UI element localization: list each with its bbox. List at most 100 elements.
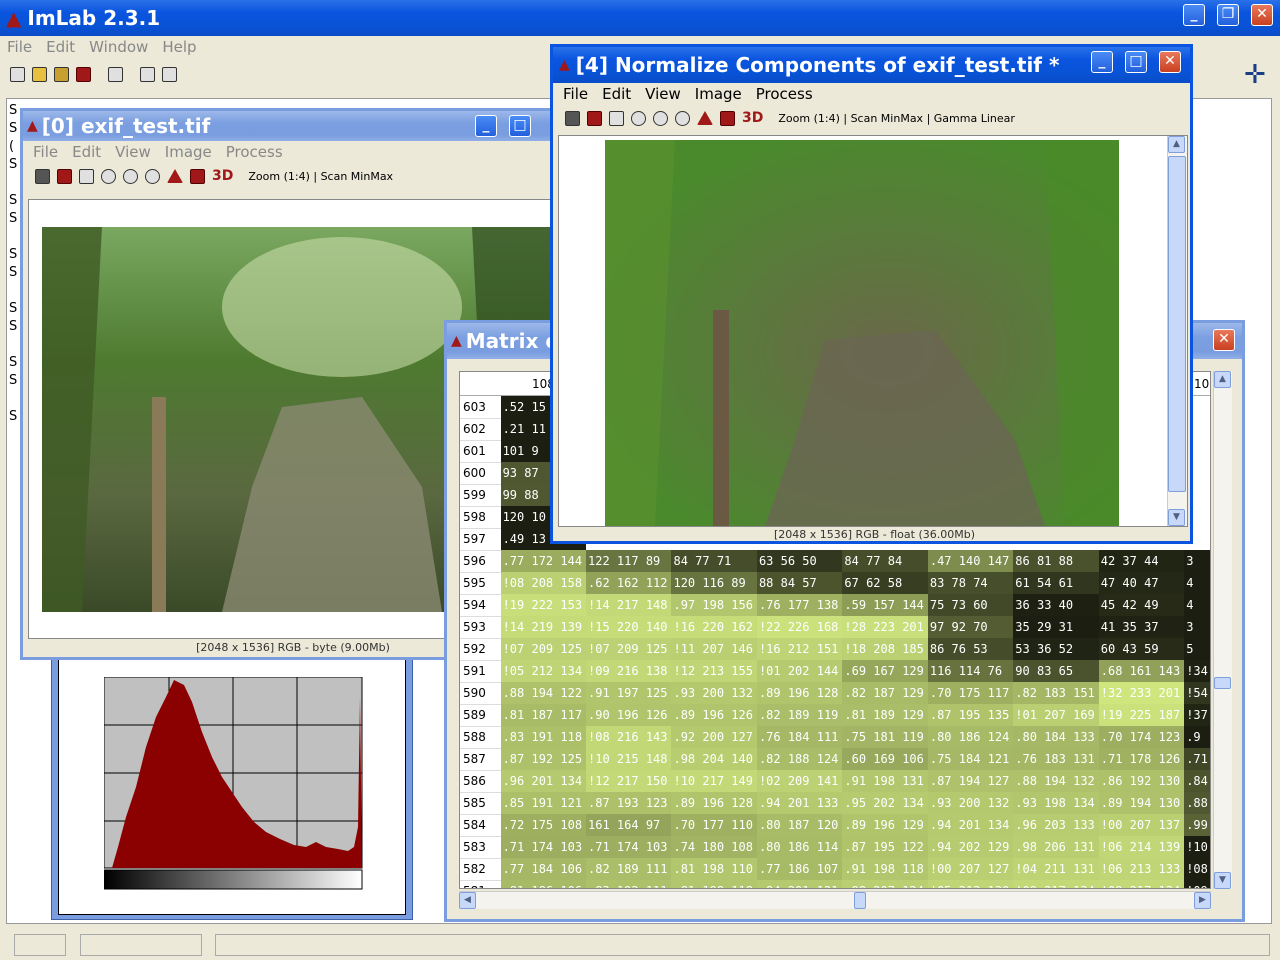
tile-icon[interactable]	[162, 66, 177, 82]
matrix-cell[interactable]: !15 220 140	[586, 616, 672, 638]
matrix-cell[interactable]: !06 213 133	[1098, 858, 1185, 880]
exif-maximize-button[interactable]: □	[509, 115, 531, 137]
matrix-cell[interactable]: !19 222 153	[500, 594, 587, 616]
matrix-cell[interactable]: .98 207 124	[842, 880, 928, 888]
scroll-right-button[interactable]: ▶	[1194, 892, 1211, 909]
close-button[interactable]: ✕	[1251, 4, 1273, 26]
matrix-cell[interactable]: .98 204 140	[671, 748, 757, 770]
matrix-cell[interactable]: .83 192 111	[586, 880, 672, 888]
matrix-cell[interactable]: .88	[1184, 792, 1210, 814]
save-as-icon[interactable]	[57, 168, 72, 184]
menu-edit[interactable]: Edit	[39, 38, 82, 56]
matrix-cell[interactable]: .60 169 106	[842, 748, 928, 770]
matrix-cell[interactable]: .88 194 122	[500, 682, 587, 704]
matrix-cell[interactable]: .95 202 134	[842, 792, 928, 814]
matrix-cell[interactable]: !12 217 150	[586, 770, 672, 792]
matrix-cell[interactable]: .92 200 127	[671, 726, 757, 748]
matrix-cell[interactable]: !02 209 141	[756, 770, 843, 792]
matrix-cell[interactable]: !09	[1184, 880, 1210, 888]
menu-window[interactable]: Window	[82, 38, 155, 56]
norm-menu-file[interactable]: File	[556, 85, 595, 103]
norm-copy-icon[interactable]	[609, 110, 624, 126]
matrix-cell[interactable]: 4	[1184, 572, 1210, 594]
matrix-cell[interactable]: !28 223 201	[842, 616, 928, 638]
norm-zoom-out-icon[interactable]	[675, 110, 690, 126]
norm-save-as-icon[interactable]	[587, 110, 602, 126]
matrix-cell[interactable]: .94 201 121	[756, 880, 843, 888]
crosshair-icon[interactable]: ✛	[1244, 62, 1266, 88]
norm-scroll-thumb[interactable]	[1168, 156, 1186, 492]
matrix-cell[interactable]: 35 29 31	[1013, 616, 1099, 638]
matrix-cell[interactable]: 120 116 89	[671, 572, 757, 594]
matrix-cell[interactable]: 42 37 44	[1098, 550, 1185, 572]
matrix-cell[interactable]: 83 78 74	[927, 572, 1014, 594]
matrix-cell[interactable]: .81 198 110	[671, 858, 757, 880]
matrix-cell[interactable]: 84 77 71	[671, 550, 757, 572]
matrix-cell[interactable]: .88 194 132	[1013, 770, 1099, 792]
matrix-cell[interactable]: .68 161 143	[1098, 660, 1185, 682]
matrix-cell[interactable]: .89 196 126	[671, 704, 757, 726]
matrix-cell[interactable]: .9	[1184, 726, 1210, 748]
matrix-cell[interactable]: !08	[1184, 858, 1210, 880]
matrix-cell[interactable]: .87 194 127	[927, 770, 1014, 792]
exif-menu-file[interactable]: File	[26, 143, 65, 161]
scroll-left-button[interactable]: ◀	[459, 892, 476, 909]
matrix-cell[interactable]: 36 33 40	[1013, 594, 1099, 616]
matrix-cell[interactable]: .93 200 132	[927, 792, 1014, 814]
matrix-cell[interactable]: .82 187 129	[842, 682, 928, 704]
matrix-cell[interactable]: .81 198 118	[671, 880, 757, 888]
matrix-cell[interactable]: .80 186 114	[756, 836, 843, 858]
matrix-cell[interactable]: .47 140 147	[927, 550, 1014, 572]
matrix-cell[interactable]: .93 198 134	[1013, 792, 1099, 814]
norm-3d-icon[interactable]: 3D	[742, 110, 763, 126]
exif-menu-edit[interactable]: Edit	[65, 143, 108, 161]
matrix-cell[interactable]: .97 198 156	[671, 594, 757, 616]
exif-minimize-button[interactable]: _	[475, 115, 497, 137]
matrix-cell[interactable]: .94 201 134	[927, 814, 1014, 836]
matrix-vscroll[interactable]: ▲ ▼	[1213, 371, 1232, 889]
matrix-cell[interactable]: .94 201 133	[756, 792, 843, 814]
matrix-cell[interactable]: .85 191 121	[500, 792, 587, 814]
matrix-cell[interactable]: .71 178 126	[1098, 748, 1185, 770]
matrix-cell[interactable]: !04 211 131	[1013, 858, 1099, 880]
norm-matrix-icon[interactable]	[720, 110, 735, 126]
norm-menu-image[interactable]: Image	[688, 85, 749, 103]
matrix-cell[interactable]: !08 208 158	[500, 572, 587, 594]
matrix-cell[interactable]: .74 180 108	[671, 836, 757, 858]
cascade-icon[interactable]	[140, 66, 155, 82]
open-icon[interactable]	[32, 66, 47, 82]
matrix-cell[interactable]: !10 215 148	[586, 748, 672, 770]
matrix-cell[interactable]: .69 167 129	[842, 660, 928, 682]
matrix-cell[interactable]: .91 197 125	[586, 682, 672, 704]
matrix-cell[interactable]: .75 184 121	[927, 748, 1014, 770]
scroll-thumb[interactable]	[1214, 677, 1231, 689]
matrix-cell[interactable]: .72 175 108	[500, 814, 587, 836]
matrix-cell[interactable]: .77 172 144	[500, 550, 587, 572]
matrix-cell[interactable]: !10	[1184, 836, 1210, 858]
matrix-cell[interactable]: 90 83 65	[1013, 660, 1099, 682]
matrix-cell[interactable]: .71	[1184, 748, 1210, 770]
matrix-cell[interactable]: .82 189 111	[586, 858, 672, 880]
open-red-icon[interactable]	[76, 66, 91, 82]
minimize-button[interactable]: _	[1183, 4, 1205, 26]
matrix-cell[interactable]: !32 233 201	[1098, 682, 1185, 704]
matrix-cell[interactable]: 86 81 88	[1013, 550, 1099, 572]
matrix-cell[interactable]: .91 198 118	[842, 858, 928, 880]
matrix-cell[interactable]: !34	[1184, 660, 1210, 682]
matrix-cell[interactable]: !37	[1184, 704, 1210, 726]
matrix-cell[interactable]: .81 186 106	[500, 880, 587, 888]
matrix-cell[interactable]: !16 212 151	[756, 638, 843, 660]
matrix-cell[interactable]: .82 188 124	[756, 748, 843, 770]
matrix-cell[interactable]: 61 54 61	[1013, 572, 1099, 594]
matrix-cell[interactable]: .83 191 118	[500, 726, 587, 748]
menu-help[interactable]: Help	[155, 38, 203, 56]
matrix-cell[interactable]: !19 225 187	[1098, 704, 1185, 726]
matrix-cell[interactable]: 41 35 37	[1098, 616, 1185, 638]
matrix-cell[interactable]: .99	[1184, 814, 1210, 836]
norm-histogram-icon[interactable]	[697, 111, 713, 125]
norm-scroll-up-button[interactable]: ▲	[1168, 136, 1185, 153]
matrix-hscroll[interactable]: ◀ ▶	[459, 891, 1211, 909]
norm-zoom-in-icon[interactable]	[653, 110, 668, 126]
matrix-cell[interactable]: !54	[1184, 682, 1210, 704]
normalize-close-button[interactable]: ✕	[1159, 51, 1181, 73]
